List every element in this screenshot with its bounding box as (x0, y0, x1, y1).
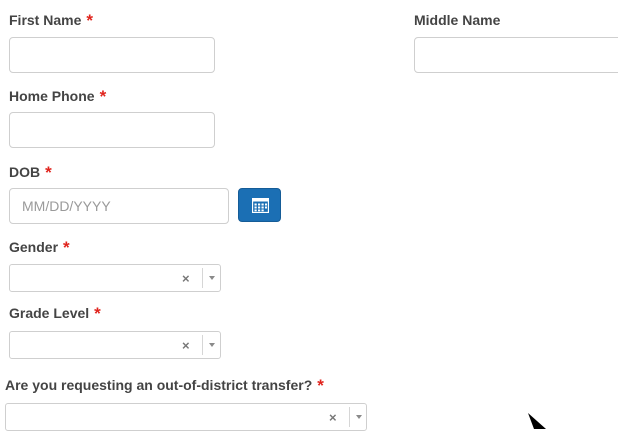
required-marker: * (99, 87, 107, 106)
home-phone-input[interactable] (9, 112, 215, 148)
dob-input[interactable]: MM/DD/YYYY (9, 188, 229, 224)
grade-level-label: Grade Level * (9, 304, 101, 323)
first-name-label-text: First Name (9, 12, 82, 28)
required-marker: * (94, 304, 101, 323)
required-marker: * (86, 11, 93, 30)
grade-level-label-text: Grade Level (9, 305, 90, 321)
gender-clear-icon[interactable]: × (182, 265, 190, 292)
gender-label-text: Gender (9, 239, 59, 255)
middle-name-input[interactable] (414, 37, 618, 73)
divider (202, 335, 203, 355)
required-marker: * (63, 238, 70, 257)
grade-level-select[interactable]: × (9, 331, 221, 359)
required-marker: * (317, 376, 324, 395)
middle-name-label: Middle Name (414, 12, 500, 28)
chevron-down-icon[interactable] (209, 276, 215, 280)
transfer-select[interactable]: × (5, 403, 367, 431)
chevron-down-icon[interactable] (356, 415, 362, 419)
dob-placeholder: MM/DD/YYYY (22, 198, 111, 214)
grade-level-clear-icon[interactable]: × (182, 332, 190, 359)
transfer-label: Are you requesting an out-of-district tr… (5, 376, 324, 395)
mouse-cursor-icon (528, 413, 546, 429)
first-name-label: First Name * (9, 11, 93, 30)
first-name-input[interactable] (9, 37, 215, 73)
transfer-label-text: Are you requesting an out-of-district tr… (5, 377, 313, 393)
home-phone-label-text: Home Phone (9, 88, 95, 104)
gender-label: Gender * (9, 238, 70, 257)
divider (202, 268, 203, 288)
divider (349, 407, 350, 427)
transfer-clear-icon[interactable]: × (329, 404, 337, 431)
dob-label: DOB * (9, 163, 52, 182)
dob-label-text: DOB (9, 164, 41, 180)
chevron-down-icon[interactable] (209, 343, 215, 347)
home-phone-label: Home Phone * (9, 87, 107, 106)
gender-select[interactable]: × (9, 264, 221, 292)
calendar-icon (252, 198, 269, 213)
required-marker: * (45, 163, 52, 182)
calendar-button[interactable] (238, 188, 281, 222)
middle-name-label-text: Middle Name (414, 12, 501, 28)
